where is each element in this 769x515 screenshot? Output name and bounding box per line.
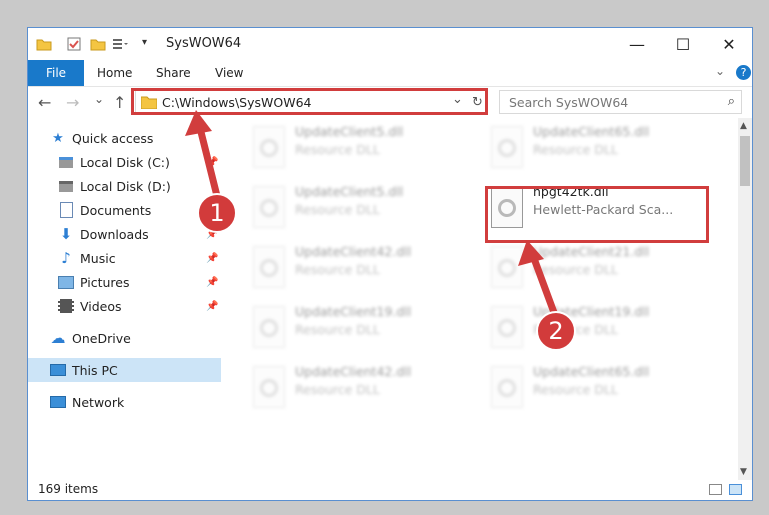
step-2-badge: 2	[536, 311, 576, 351]
annotation-arrows	[185, 110, 560, 322]
screenshot-frame: ▾ SysWOW64 — ☐ ✕ File Home Share View ⌄ …	[0, 0, 769, 515]
step-1-badge: 1	[197, 193, 237, 233]
